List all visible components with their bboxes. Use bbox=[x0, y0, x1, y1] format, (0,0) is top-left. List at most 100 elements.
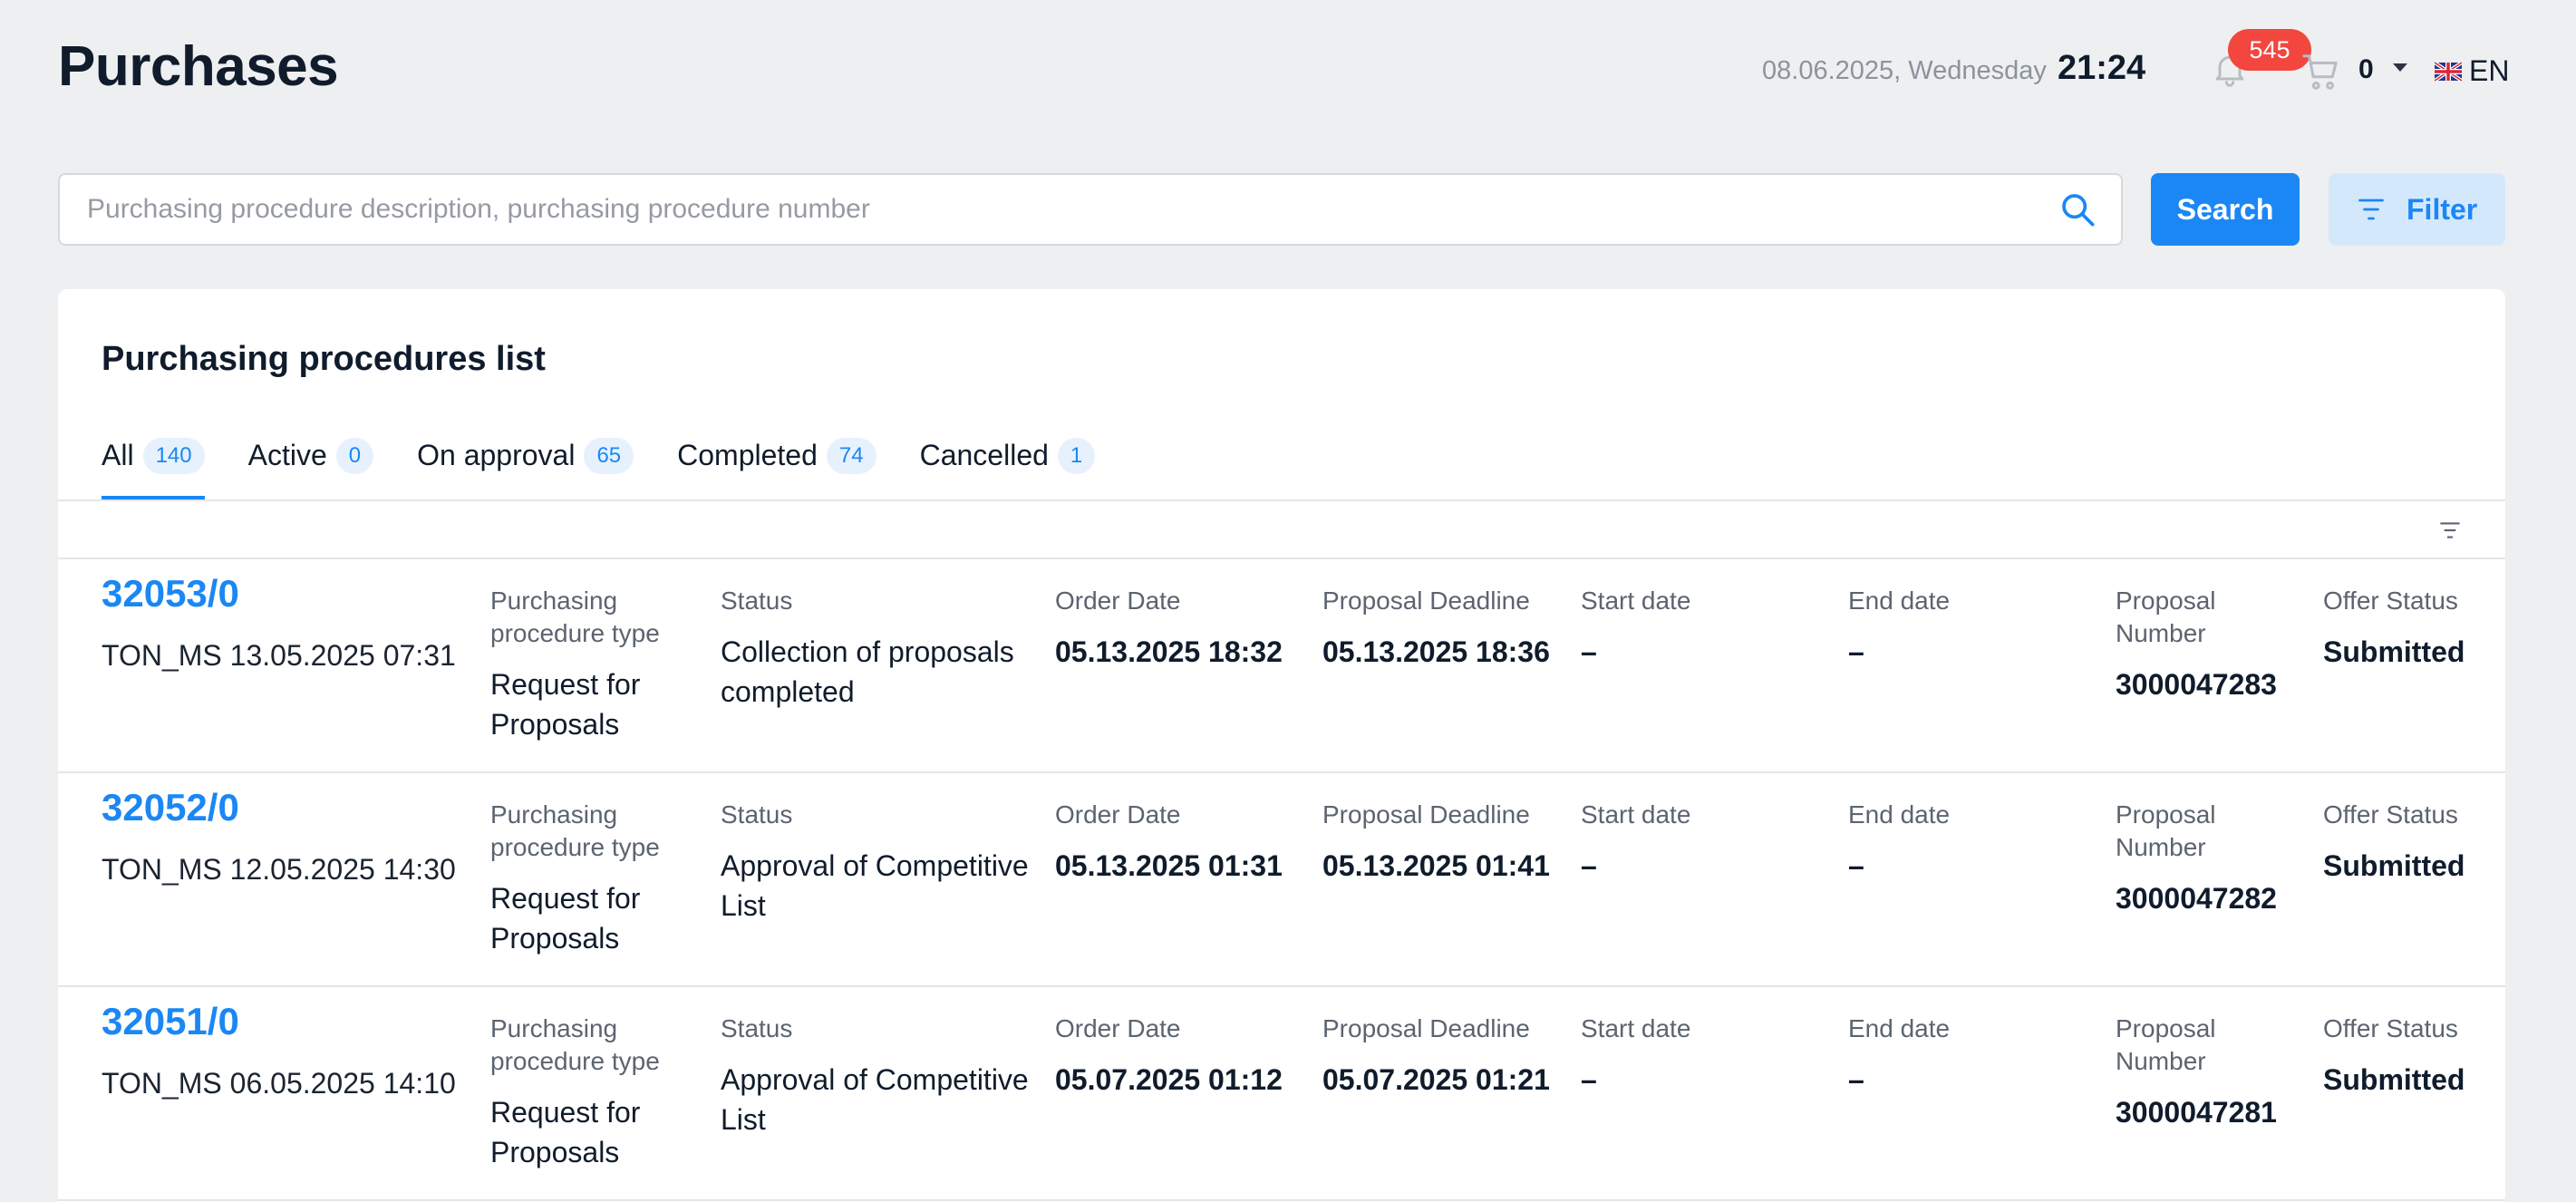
filter-icon[interactable] bbox=[2438, 519, 2462, 541]
uk-flag-icon[interactable] bbox=[2435, 62, 2462, 82]
start-date-label: Start date bbox=[1581, 800, 1691, 829]
offer-status-cell: Offer Status Submitted bbox=[2323, 585, 2486, 672]
offer-status-label: Offer Status bbox=[2323, 800, 2458, 829]
status-value: Collection of proposals completed bbox=[721, 635, 1014, 708]
order-date-label: Order Date bbox=[1055, 800, 1181, 829]
offer-status-value: Submitted bbox=[2323, 635, 2465, 668]
cart-count: 0 bbox=[2358, 54, 2374, 84]
card-title: Purchasing procedures list bbox=[102, 340, 546, 378]
tab-cancelled[interactable]: Cancelled 1 bbox=[920, 434, 1096, 499]
filter-button[interactable]: Filter bbox=[2329, 173, 2505, 246]
end-date-cell: End date – bbox=[1848, 585, 2102, 672]
order-date-cell: Order Date 05.13.2025 01:31 bbox=[1055, 799, 1309, 886]
status-value: Approval of Competitive List bbox=[721, 849, 1029, 922]
cart-button[interactable] bbox=[2300, 51, 2342, 92]
chevron-down-icon[interactable] bbox=[2393, 63, 2407, 72]
tab-active[interactable]: Active 0 bbox=[248, 434, 374, 499]
tab-count: 0 bbox=[335, 438, 374, 474]
deadline-label: Proposal Deadline bbox=[1322, 800, 1530, 829]
deadline-cell: Proposal Deadline 05.13.2025 18:36 bbox=[1322, 585, 1576, 672]
proposal-number-value: 3000047282 bbox=[2116, 882, 2277, 915]
status-label: Status bbox=[721, 1014, 793, 1042]
start-date-label: Start date bbox=[1581, 1014, 1691, 1042]
table-row: 32051/0 TON_MS 06.05.2025 14:10 Purchasi… bbox=[58, 987, 2505, 1201]
start-date-value: – bbox=[1581, 849, 1597, 882]
tab-completed[interactable]: Completed 74 bbox=[677, 434, 876, 499]
notifications-badge: 545 bbox=[2228, 29, 2311, 71]
start-date-value: – bbox=[1581, 635, 1597, 668]
end-date-value: – bbox=[1848, 635, 1864, 668]
offer-status-cell: Offer Status Submitted bbox=[2323, 1013, 2486, 1100]
tab-label: Cancelled bbox=[919, 439, 1049, 471]
procedure-number-link[interactable]: 32053/0 bbox=[102, 572, 239, 616]
cart-icon bbox=[2302, 54, 2338, 90]
start-date-cell: Start date – bbox=[1581, 585, 1835, 672]
end-date-value: – bbox=[1848, 1063, 1864, 1096]
page-title: Purchases bbox=[58, 35, 339, 98]
deadline-cell: Proposal Deadline 05.07.2025 01:21 bbox=[1322, 1013, 1576, 1100]
status-tabs: All 140 Active 0 On approval 65 Complete… bbox=[102, 434, 1138, 499]
procedure-number-link[interactable]: 32051/0 bbox=[102, 1000, 239, 1043]
order-date-label: Order Date bbox=[1055, 586, 1181, 615]
type-label: Purchasing procedure type bbox=[490, 1014, 660, 1075]
proposal-number-value: 3000047281 bbox=[2116, 1096, 2277, 1129]
search-input[interactable] bbox=[87, 175, 2045, 244]
search-icon[interactable] bbox=[2059, 191, 2096, 228]
proposal-number-cell: Proposal Number 3000047281 bbox=[2116, 1013, 2306, 1132]
offer-status-value: Submitted bbox=[2323, 849, 2465, 882]
type-value: Request for Proposals bbox=[490, 882, 641, 955]
procedure-author: TON_MS 13.05.2025 07:31 bbox=[102, 639, 456, 672]
tab-label: On approval bbox=[417, 439, 576, 471]
tab-count: 1 bbox=[1057, 438, 1096, 474]
status-cell: Status Collection of proposals completed bbox=[721, 585, 1047, 712]
start-date-cell: Start date – bbox=[1581, 799, 1835, 886]
order-date-cell: Order Date 05.07.2025 01:12 bbox=[1055, 1013, 1309, 1100]
deadline-label: Proposal Deadline bbox=[1322, 586, 1530, 615]
deadline-cell: Proposal Deadline 05.13.2025 01:41 bbox=[1322, 799, 1576, 886]
proposal-number-cell: Proposal Number 3000047282 bbox=[2116, 799, 2306, 918]
end-date-value: – bbox=[1848, 849, 1864, 882]
procedure-author: TON_MS 06.05.2025 14:10 bbox=[102, 1067, 456, 1100]
current-date: 08.06.2025, Wednesday bbox=[1762, 56, 2047, 85]
table-row: 32053/0 TON_MS 13.05.2025 07:31 Purchasi… bbox=[58, 559, 2505, 773]
offer-status-label: Offer Status bbox=[2323, 586, 2458, 615]
start-date-label: Start date bbox=[1581, 586, 1691, 615]
status-label: Status bbox=[721, 586, 793, 615]
order-date-value: 05.13.2025 01:31 bbox=[1055, 849, 1283, 882]
status-cell: Status Approval of Competitive List bbox=[721, 1013, 1047, 1139]
deadline-value: 05.13.2025 18:36 bbox=[1322, 635, 1550, 668]
table-row: 32052/0 TON_MS 12.05.2025 14:30 Purchasi… bbox=[58, 773, 2505, 987]
status-cell: Status Approval of Competitive List bbox=[721, 799, 1047, 926]
procedure-author: TON_MS 12.05.2025 14:30 bbox=[102, 853, 456, 886]
proposal-number-label: Proposal Number bbox=[2116, 800, 2216, 861]
procedures-card: Purchasing procedures list All 140 Activ… bbox=[58, 289, 2505, 1202]
order-date-value: 05.07.2025 01:12 bbox=[1055, 1063, 1283, 1096]
filter-label: Filter bbox=[2407, 193, 2478, 226]
tab-all[interactable]: All 140 bbox=[102, 434, 205, 499]
search-button[interactable]: Search bbox=[2151, 173, 2300, 246]
tab-label: Completed bbox=[677, 439, 818, 471]
tab-label: All bbox=[102, 439, 134, 471]
tab-label: Active bbox=[247, 439, 327, 471]
tab-on-approval[interactable]: On approval 65 bbox=[417, 434, 634, 499]
search-box bbox=[58, 173, 2123, 246]
status-label: Status bbox=[721, 800, 793, 829]
proposal-number-cell: Proposal Number 3000047283 bbox=[2116, 585, 2306, 704]
proposal-number-label: Proposal Number bbox=[2116, 586, 2216, 647]
end-date-label: End date bbox=[1848, 1014, 1951, 1042]
filter-icon bbox=[2358, 199, 2384, 220]
start-date-cell: Start date – bbox=[1581, 1013, 1835, 1100]
tab-count: 74 bbox=[826, 438, 876, 474]
offer-status-label: Offer Status bbox=[2323, 1014, 2458, 1042]
deadline-label: Proposal Deadline bbox=[1322, 1014, 1530, 1042]
type-cell: Purchasing procedure type Request for Pr… bbox=[490, 799, 699, 958]
status-value: Approval of Competitive List bbox=[721, 1063, 1029, 1136]
procedure-number-link[interactable]: 32052/0 bbox=[102, 786, 239, 829]
language-selector[interactable]: EN bbox=[2469, 54, 2509, 88]
end-date-label: End date bbox=[1848, 586, 1951, 615]
procedures-list: 32053/0 TON_MS 13.05.2025 07:31 Purchasi… bbox=[58, 559, 2505, 1201]
offer-status-value: Submitted bbox=[2323, 1063, 2465, 1096]
tabs-divider bbox=[58, 499, 2505, 501]
current-time: 21:24 bbox=[2058, 49, 2146, 87]
tab-count: 140 bbox=[142, 438, 205, 474]
